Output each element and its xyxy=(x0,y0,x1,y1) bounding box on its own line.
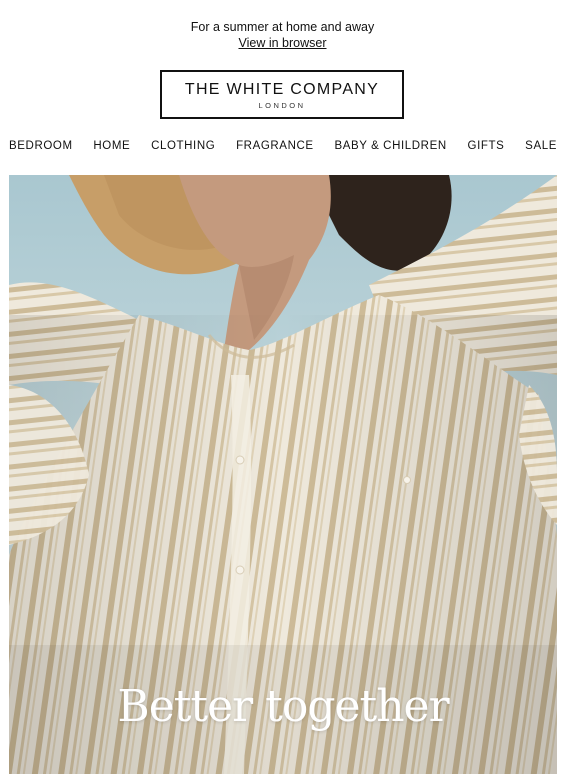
nav-item-fragrance[interactable]: FRAGRANCE xyxy=(236,138,314,154)
logo-name: THE WHITE COMPANY xyxy=(184,81,380,98)
nav-item-baby-children[interactable]: BABY & CHILDREN xyxy=(334,138,446,154)
nav-item-sale[interactable]: SALE xyxy=(525,138,557,154)
shirt-button xyxy=(235,455,245,465)
hero-image[interactable]: Better together xyxy=(9,175,557,774)
nav-item-clothing[interactable]: CLOTHING xyxy=(151,138,215,154)
main-nav: BEDROOM HOME CLOTHING FRAGRANCE BABY & C… xyxy=(9,138,557,154)
preheader: For a summer at home and away View in br… xyxy=(0,19,565,51)
hero-headline: Better together xyxy=(117,681,449,732)
nav-item-home[interactable]: HOME xyxy=(93,138,130,154)
nav-item-bedroom[interactable]: BEDROOM xyxy=(9,138,73,154)
pocket-button xyxy=(403,476,411,484)
preheader-tagline: For a summer at home and away xyxy=(190,20,375,34)
brand-logo[interactable]: THE WHITE COMPANY LONDON xyxy=(160,70,404,119)
nav-item-gifts[interactable]: GIFTS xyxy=(468,138,505,154)
view-in-browser-link[interactable]: View in browser xyxy=(238,35,326,51)
logo-city: LONDON xyxy=(258,101,306,110)
